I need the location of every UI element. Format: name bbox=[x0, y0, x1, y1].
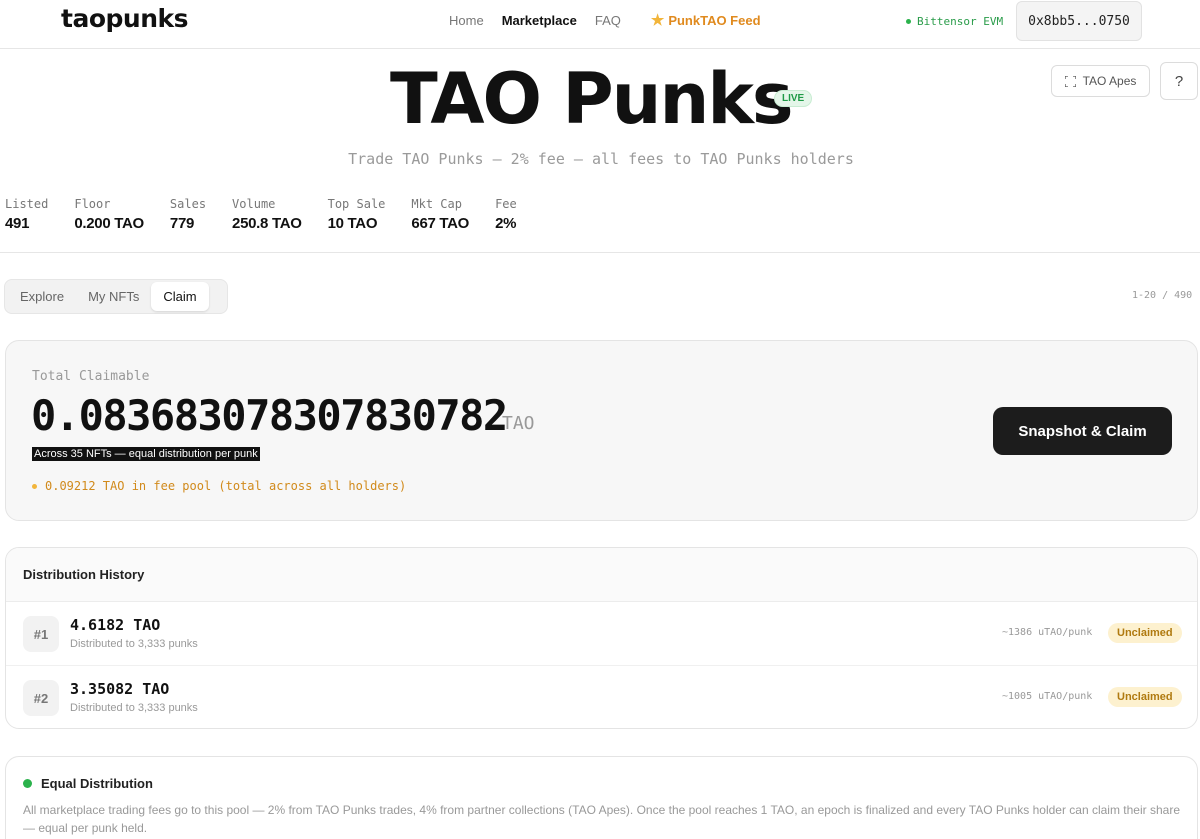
epoch-badge: #2 bbox=[23, 680, 59, 716]
stat-value: 491 bbox=[5, 215, 30, 232]
stat-sales: Sales 779 bbox=[170, 197, 206, 232]
top-nav: taopunks Home Marketplace FAQ ★ PunkTAO … bbox=[0, 0, 1200, 49]
distribution-amount: 4.6182 TAO bbox=[70, 616, 161, 634]
status-dot-icon bbox=[906, 19, 911, 24]
stat-label: Mkt Cap bbox=[411, 197, 462, 211]
fee-pool-info: 0.09212 TAO in fee pool (total across al… bbox=[32, 479, 406, 493]
status-badge: Unclaimed bbox=[1108, 623, 1182, 643]
nav-link-home[interactable]: Home bbox=[449, 13, 484, 28]
distribution-subtext: Distributed to 3,333 punks bbox=[70, 638, 198, 650]
tab-my-nfts[interactable]: My NFTs bbox=[76, 282, 151, 311]
pagination-count: 1-20 / 490 bbox=[1132, 290, 1193, 301]
equal-distribution-card: Equal Distribution All marketplace tradi… bbox=[5, 756, 1198, 839]
network-indicator: Bittensor EVM bbox=[906, 15, 1003, 28]
tao-apes-button[interactable]: TAO Apes bbox=[1051, 65, 1150, 97]
stat-listed: Listed 491 bbox=[5, 197, 48, 232]
tab-claim[interactable]: Claim bbox=[151, 282, 209, 311]
stats-bar: Listed 491 Floor 0.200 TAO Sales 779 Vol… bbox=[5, 197, 543, 232]
stat-label: Floor bbox=[74, 197, 111, 211]
stat-value: 10 TAO bbox=[327, 215, 378, 232]
tao-apes-label: TAO Apes bbox=[1082, 74, 1137, 88]
claimable-amount: 0.083683078307830782 bbox=[31, 391, 508, 440]
claim-label: Total Claimable bbox=[32, 369, 150, 384]
wallet-button[interactable]: 0x8bb5...0750 bbox=[1016, 1, 1142, 41]
equal-distribution-heading: Equal Distribution bbox=[23, 776, 153, 791]
page-subtitle: Trade TAO Punks — 2% fee — all fees to T… bbox=[348, 150, 854, 168]
stat-top-sale: Top Sale 10 TAO bbox=[328, 197, 386, 232]
nav-link-faq[interactable]: FAQ bbox=[595, 13, 621, 28]
page-title: TAO Punks bbox=[390, 58, 794, 140]
logo[interactable]: taopunks bbox=[61, 4, 189, 33]
claim-note: Across 35 NFTs — equal distribution per … bbox=[32, 447, 260, 461]
stat-volume: Volume 250.8 TAO bbox=[232, 197, 302, 232]
stat-value: 2% bbox=[495, 215, 517, 232]
table-row: #1 4.6182 TAO Distributed to 3,333 punks… bbox=[6, 602, 1197, 666]
green-dot-icon bbox=[23, 779, 32, 788]
stat-floor: Floor 0.200 TAO bbox=[74, 197, 144, 232]
stat-value: 250.8 TAO bbox=[232, 215, 302, 232]
fee-pool-text: 0.09212 TAO in fee pool (total across al… bbox=[45, 479, 407, 493]
stat-label: Sales bbox=[169, 197, 207, 211]
help-button[interactable]: ? bbox=[1160, 62, 1198, 100]
snapshot-claim-button[interactable]: Snapshot & Claim bbox=[993, 407, 1172, 455]
equal-distribution-title: Equal Distribution bbox=[41, 776, 153, 791]
fee-dot-icon bbox=[32, 483, 37, 489]
distribution-history-title: Distribution History bbox=[6, 548, 1197, 602]
nav-link-feed[interactable]: ★ PunkTAO Feed bbox=[650, 11, 761, 29]
table-row: #2 3.35082 TAO Distributed to 3,333 punk… bbox=[6, 666, 1197, 728]
nav-links: Home Marketplace FAQ ★ PunkTAO Feed bbox=[449, 11, 761, 29]
equal-distribution-text: All marketplace trading fees go to this … bbox=[23, 803, 1180, 835]
star-icon: ★ bbox=[650, 11, 665, 29]
nav-feed-label: PunkTAO Feed bbox=[668, 13, 761, 28]
stat-label: Fee bbox=[495, 197, 517, 211]
stat-fee: Fee 2% bbox=[495, 197, 517, 232]
distribution-rate: ~1005 uTAO/punk bbox=[1002, 691, 1093, 702]
expand-icon bbox=[1064, 75, 1076, 87]
epoch-badge: #1 bbox=[23, 616, 59, 652]
live-badge: LIVE bbox=[774, 90, 813, 107]
stat-label: Top Sale bbox=[327, 197, 386, 211]
claimable-unit: TAO bbox=[502, 413, 535, 434]
tab-explore[interactable]: Explore bbox=[8, 282, 76, 311]
distribution-subtext: Distributed to 3,333 punks bbox=[70, 702, 198, 714]
view-tabs: Explore My NFTs Claim bbox=[4, 279, 228, 314]
distribution-amount: 3.35082 TAO bbox=[70, 680, 170, 698]
network-label: Bittensor EVM bbox=[917, 15, 1004, 28]
distribution-history-card: Distribution History #1 4.6182 TAO Distr… bbox=[5, 547, 1198, 729]
stat-value: 0.200 TAO bbox=[74, 215, 144, 232]
stat-value: 667 TAO bbox=[411, 215, 470, 232]
nav-link-marketplace[interactable]: Marketplace bbox=[502, 13, 577, 28]
claim-card: Total Claimable 0.083683078307830782 TAO… bbox=[5, 340, 1198, 521]
status-badge: Unclaimed bbox=[1108, 687, 1182, 707]
distribution-rate: ~1386 uTAO/punk bbox=[1002, 627, 1093, 638]
stat-mkt-cap: Mkt Cap 667 TAO bbox=[411, 197, 469, 232]
stat-label: Volume bbox=[232, 197, 276, 211]
stat-value: 779 bbox=[169, 215, 195, 232]
divider bbox=[0, 252, 1200, 253]
stat-label: Listed bbox=[5, 197, 49, 211]
